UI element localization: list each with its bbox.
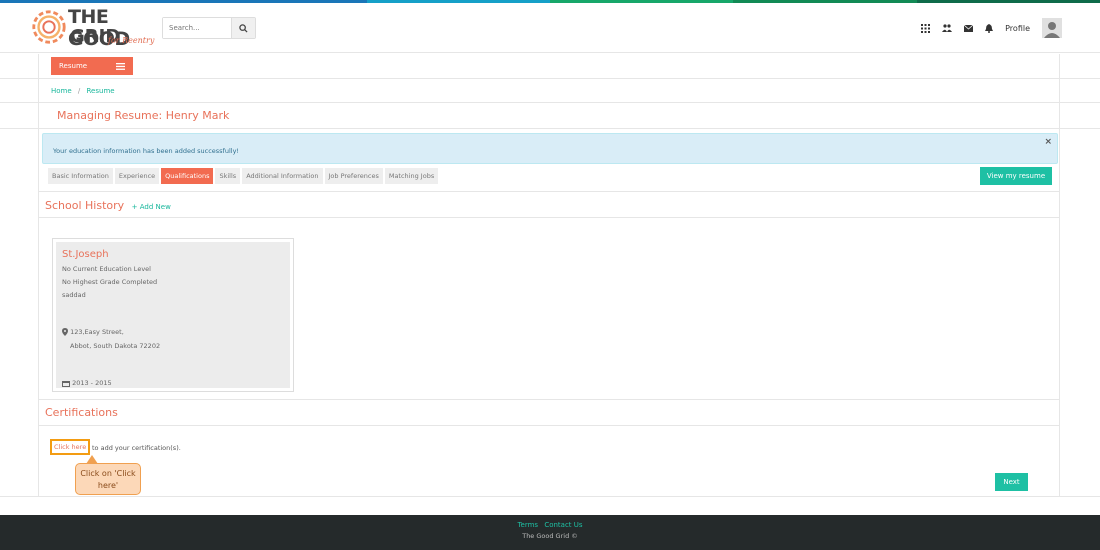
search-icon <box>239 23 248 33</box>
cert-top-divider <box>38 399 1060 400</box>
search-button[interactable] <box>231 18 255 38</box>
title-row: Managing Resume: Henry Mark <box>0 103 1100 129</box>
hamburger-icon <box>116 62 125 70</box>
tab-job-preferences[interactable]: Job Preferences <box>324 168 383 184</box>
address-line-2: Abbot, South Dakota 72202 <box>70 342 161 350</box>
tab-additional-information[interactable]: Additional Information <box>242 168 323 184</box>
breadcrumb-separator: / <box>77 87 81 95</box>
search-input[interactable] <box>163 18 231 38</box>
highest-grade: No Highest Grade Completed <box>62 278 158 286</box>
school-note: saddad <box>62 291 86 299</box>
tab-qualifications[interactable]: Qualifications <box>161 168 214 184</box>
profile-link[interactable]: Profile <box>1005 24 1030 33</box>
map-marker-icon <box>62 328 68 336</box>
school-card[interactable]: St.Joseph No Current Education Level No … <box>52 238 294 392</box>
breadcrumb-home[interactable]: Home <box>51 87 72 95</box>
header-nav: Profile <box>921 17 1062 39</box>
footer-terms-link[interactable]: Terms <box>517 521 538 529</box>
content-bottom-divider <box>0 496 1100 497</box>
tab-basic-information[interactable]: Basic Information <box>48 168 113 184</box>
view-resume-button[interactable]: View my resume <box>980 167 1052 185</box>
school-divider <box>38 217 1060 218</box>
page-title: Managing Resume: Henry Mark <box>57 109 230 122</box>
tab-skills[interactable]: Skills <box>215 168 241 184</box>
certifications-title: Certifications <box>45 406 118 419</box>
tab-experience[interactable]: Experience <box>114 168 160 184</box>
education-level: No Current Education Level <box>62 265 151 273</box>
address-line-1-text: 123,Easy Street, <box>70 328 124 336</box>
school-history-title: School History <box>45 199 125 212</box>
search-box <box>162 17 256 39</box>
next-button[interactable]: Next <box>995 473 1028 491</box>
address-line-1: 123,Easy Street, <box>62 328 124 336</box>
user-avatar-icon <box>1044 22 1060 38</box>
add-certification-link[interactable]: Click here <box>50 439 91 455</box>
school-dates-text: 2013 - 2015 <box>72 379 112 387</box>
add-school-link[interactable]: + Add New <box>132 203 171 211</box>
breadcrumb: Home / Resume <box>51 87 115 95</box>
footer-links: Terms Contact Us <box>0 521 1100 529</box>
bell-icon[interactable] <box>985 23 994 33</box>
apps-grid-icon[interactable] <box>921 23 931 33</box>
breadcrumb-current[interactable]: Resume <box>87 87 115 95</box>
user-avatar[interactable] <box>1042 18 1062 38</box>
alert-close-icon[interactable]: × <box>1044 137 1052 147</box>
envelope-icon[interactable] <box>964 24 974 32</box>
breadcrumb-row: Home / Resume <box>0 79 1100 103</box>
resume-menu-label: Resume <box>59 62 88 70</box>
page-footer: Terms Contact Us The Good Grid © <box>0 515 1100 550</box>
brand-tagline: for Reentry <box>108 36 155 45</box>
school-dates: 2013 - 2015 <box>62 379 112 387</box>
resume-tabs: Basic Information Experience Qualificati… <box>48 168 439 184</box>
success-alert: Your education information has been adde… <box>42 133 1058 164</box>
cert-divider <box>38 425 1060 426</box>
footer-copyright: The Good Grid © <box>522 532 578 540</box>
brand-logo[interactable]: THE GOOD GRID for Reentry <box>30 6 160 50</box>
instruction-callout: Click on 'Click here' <box>75 463 141 495</box>
alert-message: Your education information has been adde… <box>53 147 240 155</box>
school-history-header: School History + Add New <box>45 199 171 212</box>
add-certification-text: to add your certification(s). <box>92 444 181 452</box>
resume-menu-button[interactable]: Resume <box>51 57 133 75</box>
gear-logo-icon <box>32 10 66 44</box>
users-icon[interactable] <box>942 23 953 33</box>
menu-row: Resume <box>0 54 1100 79</box>
footer-contact-link[interactable]: Contact Us <box>544 521 582 529</box>
school-name: St.Joseph <box>62 249 109 260</box>
top-header: THE GOOD GRID for Reentry Profile <box>0 3 1100 53</box>
calendar-icon <box>62 380 70 387</box>
tab-matching-jobs[interactable]: Matching Jobs <box>384 168 439 184</box>
tabs-divider <box>38 191 1060 192</box>
